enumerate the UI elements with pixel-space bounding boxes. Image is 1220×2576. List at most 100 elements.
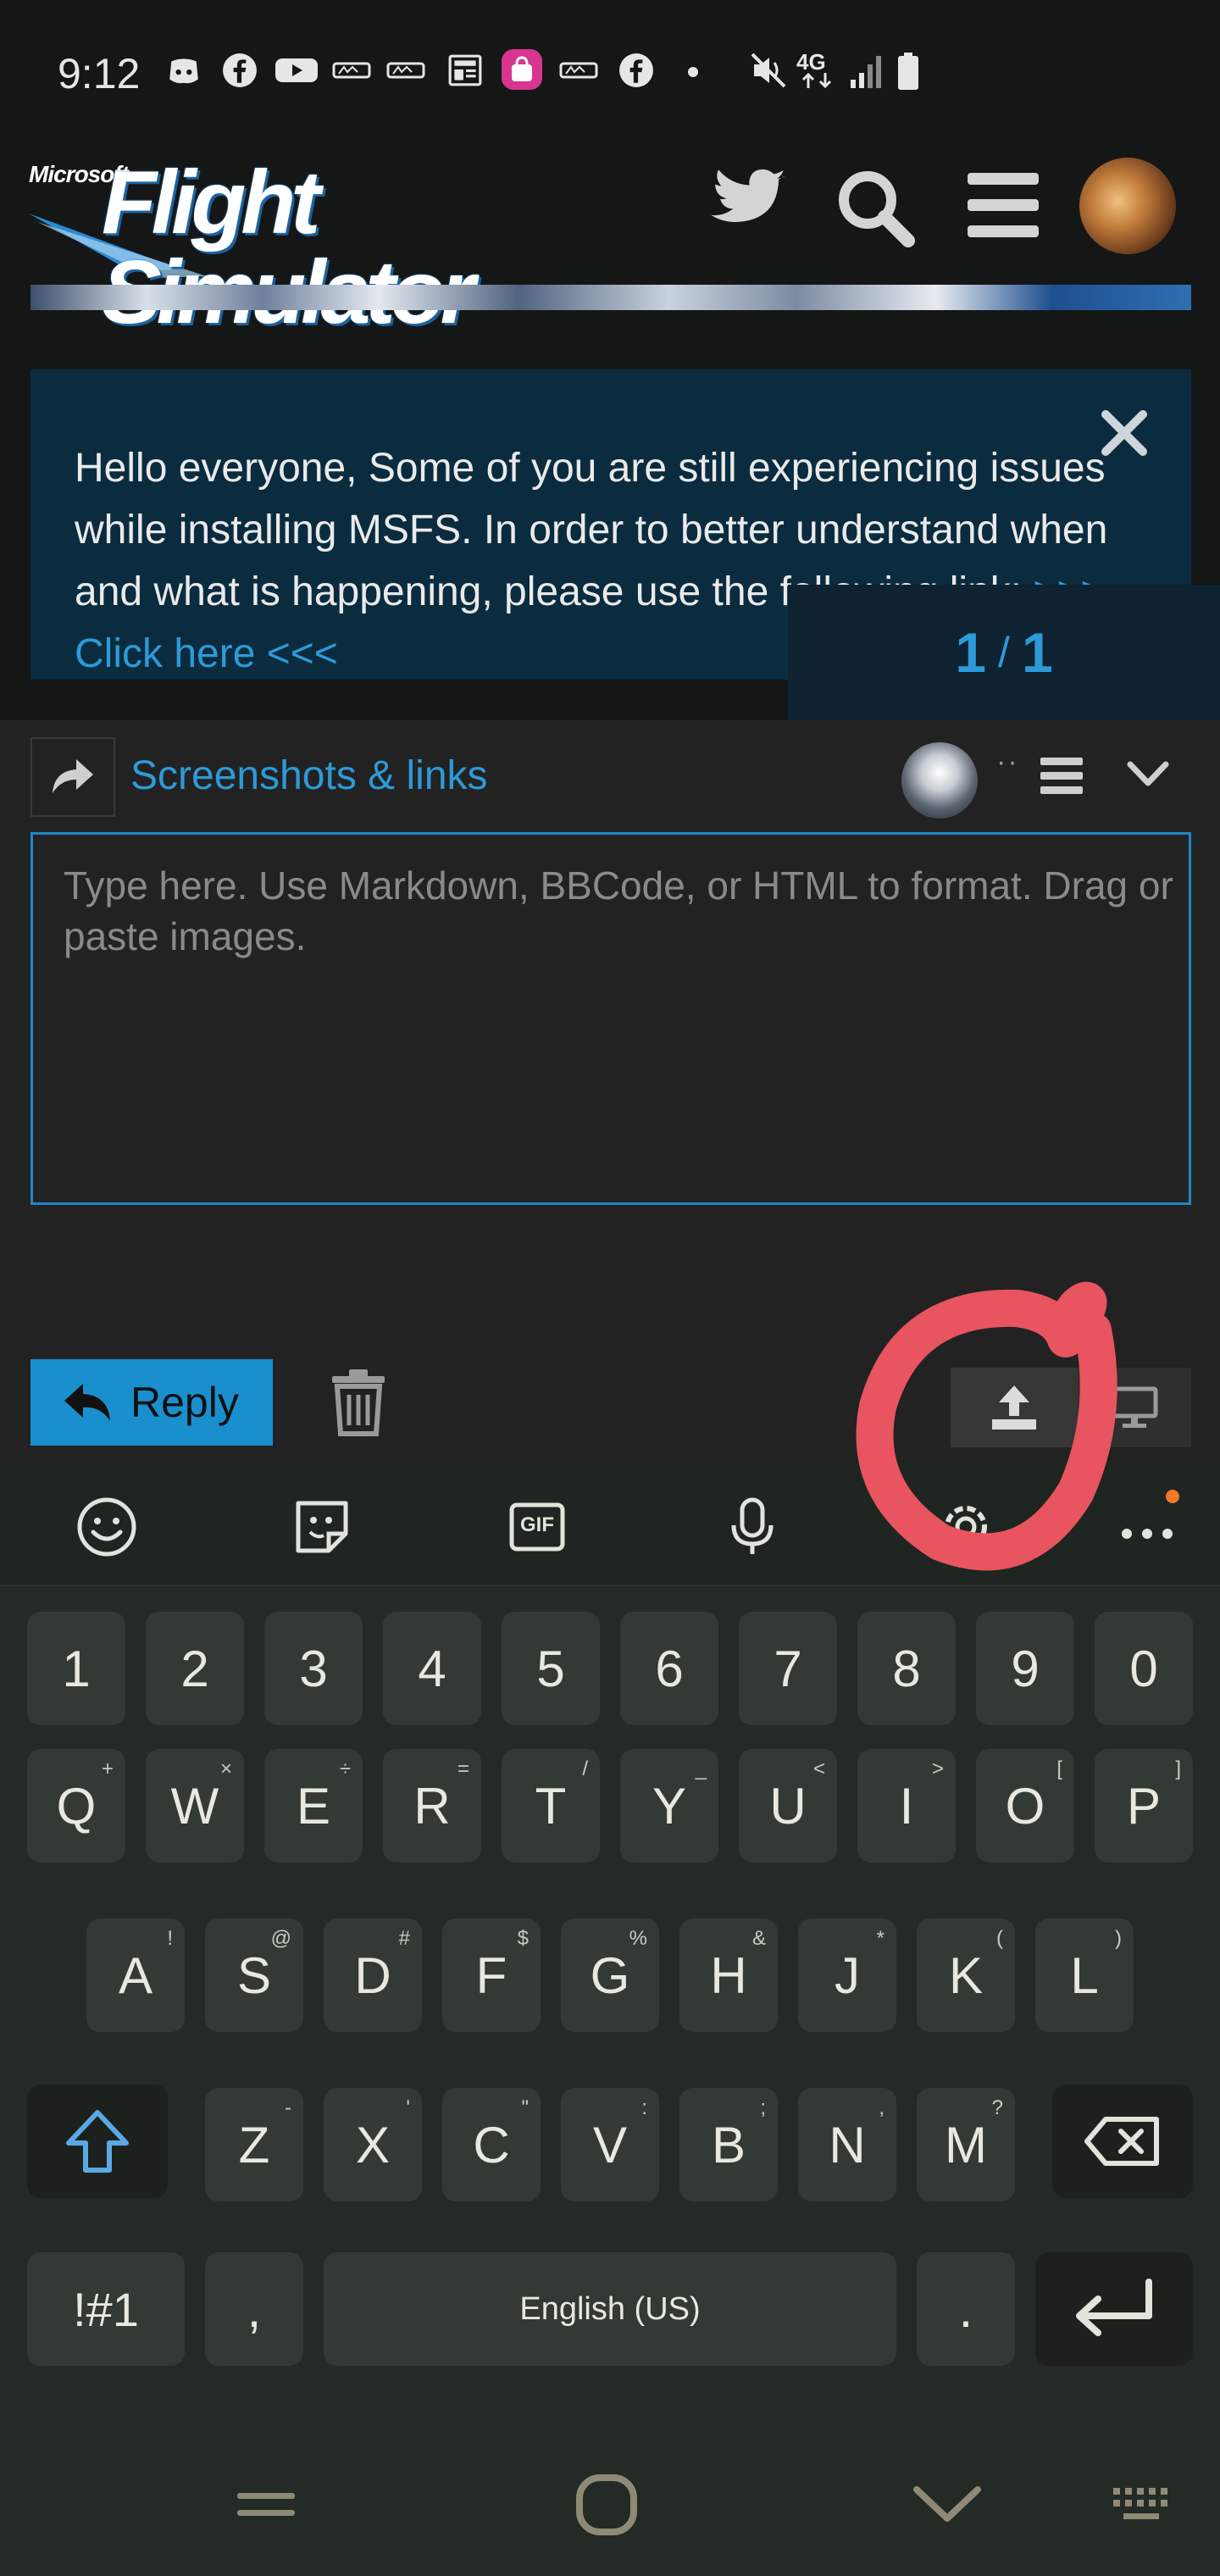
voice-input-button[interactable] <box>718 1493 786 1561</box>
chevron-down-icon[interactable] <box>1127 759 1169 788</box>
key-1[interactable]: 1 <box>27 1612 125 1725</box>
composer-user-avatar[interactable] <box>901 742 978 819</box>
key-7[interactable]: 7 <box>739 1612 837 1725</box>
counter-separator: / <box>998 629 1010 676</box>
key-label: J <box>835 1946 860 2004</box>
keyboard-icon[interactable] <box>1112 2486 1173 2523</box>
gif-label: GIF <box>520 1513 554 1536</box>
mic-icon <box>731 1497 774 1554</box>
composer-topic-title[interactable]: Screenshots & links <box>130 752 488 799</box>
key-sub-label: ! <box>167 1927 173 1950</box>
key-label: K <box>948 1946 984 2004</box>
news-icon <box>448 54 482 86</box>
space-key[interactable]: English (US) <box>324 2252 896 2366</box>
status-time: 9:12 <box>58 50 141 97</box>
key-sub-label: _ <box>695 1757 707 1780</box>
app-icon <box>386 62 425 79</box>
key-sub-label: ) <box>1115 1927 1122 1950</box>
key-label: Z <box>238 2116 270 2174</box>
post-counter[interactable]: 1 / 1 <box>788 585 1220 720</box>
key-z[interactable]: Z- <box>205 2088 303 2201</box>
backspace-key[interactable] <box>1052 2085 1193 2198</box>
sticker-button[interactable] <box>288 1493 356 1561</box>
counter-total: 1 <box>1021 621 1053 684</box>
menu-icon[interactable] <box>968 173 1039 237</box>
key-6[interactable]: 6 <box>620 1612 718 1725</box>
space-key-label: English (US) <box>519 2290 701 2327</box>
key-label: Y <box>652 1777 687 1835</box>
key-k[interactable]: K( <box>917 1918 1015 2032</box>
comma-key[interactable]: , <box>205 2252 303 2366</box>
key-q[interactable]: Q + <box>27 1749 125 1863</box>
key-sub-label: ; <box>760 2096 766 2119</box>
search-icon[interactable] <box>834 166 915 247</box>
composer-action-button[interactable] <box>30 737 115 817</box>
key-label: A <box>118 1946 153 2004</box>
key-label: E <box>296 1777 331 1835</box>
back-icon[interactable] <box>913 2484 981 2525</box>
key-g[interactable]: G% <box>561 1918 659 2032</box>
key-8[interactable]: 8 <box>857 1612 956 1725</box>
composer-menu-icon[interactable] <box>1040 758 1083 795</box>
counter-current: 1 <box>955 621 987 684</box>
key-y[interactable]: Y _ <box>620 1749 718 1863</box>
key-u[interactable]: U < <box>739 1749 837 1863</box>
key-e[interactable]: E ÷ <box>264 1749 363 1863</box>
key-p[interactable]: P] <box>1095 1749 1193 1863</box>
key-s[interactable]: S @ <box>205 1918 303 2032</box>
key-label: R <box>413 1777 451 1835</box>
reply-button[interactable]: Reply <box>30 1359 273 1446</box>
key-label: M <box>945 2116 987 2174</box>
recents-icon[interactable] <box>236 2488 297 2522</box>
key-h[interactable]: H & <box>679 1918 778 2032</box>
key-sub-label: ] <box>1175 1757 1181 1780</box>
key-i[interactable]: I > <box>857 1749 956 1863</box>
trash-icon[interactable] <box>330 1369 386 1437</box>
key-b[interactable]: B; <box>679 2088 778 2201</box>
key-t[interactable]: T / <box>502 1749 600 1863</box>
key-sub-label: / <box>582 1757 588 1780</box>
site-logo[interactable]: Microsoft Flight Simulator <box>29 154 529 337</box>
reply-icon <box>64 1384 110 1421</box>
key-sub-label: ÷ <box>339 1757 351 1780</box>
key-m[interactable]: M? <box>917 2088 1015 2201</box>
share-arrow-icon <box>53 759 93 793</box>
key-a[interactable]: A! <box>86 1918 185 2032</box>
reply-placeholder: Type here. Use Markdown, BBCode, or HTML… <box>64 863 1173 958</box>
emoji-button[interactable] <box>73 1493 141 1561</box>
key-o[interactable]: O[ <box>976 1749 1074 1863</box>
key-j[interactable]: J * <box>798 1918 896 2032</box>
key-sub-label: - <box>285 2096 291 2119</box>
key-label: H <box>710 1946 747 2004</box>
user-avatar[interactable] <box>1079 158 1176 254</box>
status-bar: 9:12 4G <box>0 0 1220 144</box>
key-w[interactable]: W × <box>146 1749 244 1863</box>
key-sub-label: * <box>876 1927 884 1950</box>
key-sub-label: @ <box>270 1927 291 1950</box>
key-f[interactable]: F $ <box>442 1918 541 2032</box>
key-0[interactable]: 0 <box>1095 1612 1193 1725</box>
period-key[interactable]: . <box>917 2252 1015 2366</box>
key-5[interactable]: 5 <box>502 1612 600 1725</box>
key-label: N <box>829 2116 866 2174</box>
enter-key[interactable] <box>1035 2252 1193 2366</box>
key-n[interactable]: N, <box>798 2088 896 2201</box>
twitter-icon[interactable] <box>708 166 790 239</box>
key-9[interactable]: 9 <box>976 1612 1074 1725</box>
symbols-key[interactable]: !#1 <box>27 2252 185 2366</box>
reply-textarea[interactable]: Type here. Use Markdown, BBCode, or HTML… <box>30 832 1191 1205</box>
key-x[interactable]: X ' <box>324 2088 422 2201</box>
key-sub-label: × <box>219 1757 232 1780</box>
gif-button[interactable]: GIF <box>503 1493 571 1561</box>
key-r[interactable]: R = <box>383 1749 481 1863</box>
key-v[interactable]: V: <box>561 2088 659 2201</box>
key-3[interactable]: 3 <box>264 1612 363 1725</box>
key-l[interactable]: L) <box>1035 1918 1134 2032</box>
key-c[interactable]: C " <box>442 2088 541 2201</box>
key-4[interactable]: 4 <box>383 1612 481 1725</box>
key-sub-label: : <box>641 2096 647 2119</box>
key-2[interactable]: 2 <box>146 1612 244 1725</box>
shift-key[interactable] <box>27 2085 168 2198</box>
key-d[interactable]: D # <box>324 1918 422 2032</box>
home-icon[interactable] <box>576 2474 637 2535</box>
